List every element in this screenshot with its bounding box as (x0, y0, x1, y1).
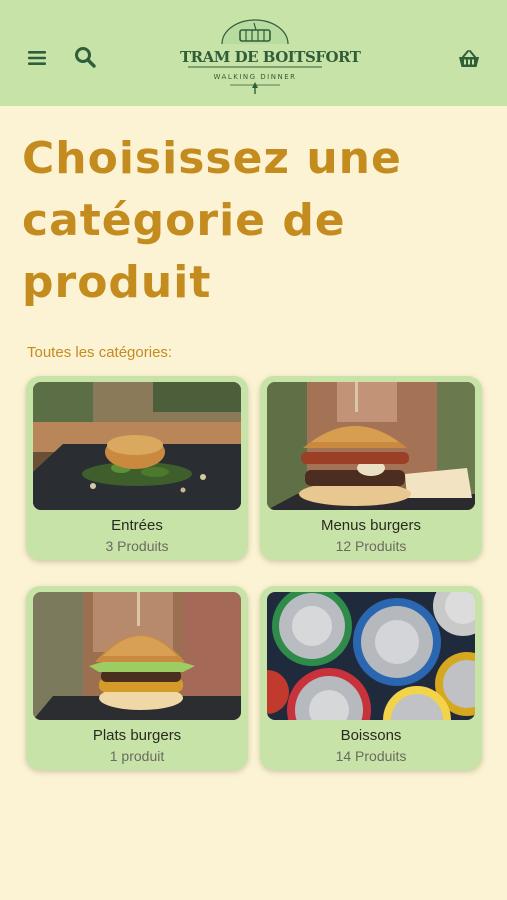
app-header: TRAM DE BOITSFORT WALKING DINNER (0, 0, 507, 106)
plats-burgers-image (33, 592, 241, 720)
basket-button[interactable] (452, 44, 486, 74)
brand-logo[interactable]: TRAM DE BOITSFORT WALKING DINNER (180, 18, 361, 96)
section-label: Toutes les catégories: (27, 344, 173, 361)
search-icon (75, 47, 96, 68)
category-card-boissons[interactable]: Boissons 14 Produits (260, 586, 482, 770)
menus-burgers-image (267, 382, 475, 510)
category-card-menus-burgers[interactable]: Menus burgers 12 Produits (260, 376, 482, 560)
logo-subtitle: WALKING DINNER (213, 73, 297, 81)
hamburger-menu-icon (28, 51, 46, 65)
search-button[interactable] (70, 42, 100, 72)
category-card-plats-burgers[interactable]: Plats burgers 1 produit (26, 586, 248, 770)
category-name: Plats burgers (92, 727, 182, 744)
basket-icon (459, 50, 479, 67)
category-count: 12 Produits (335, 538, 407, 554)
logo-title: TRAM DE BOITSFORT (180, 48, 361, 66)
category-card-entrees[interactable]: Entrées 3 Produits (26, 376, 248, 560)
boissons-image (267, 592, 475, 720)
category-count: 1 produit (109, 748, 165, 764)
category-name: Boissons (340, 727, 402, 744)
entrees-image (33, 382, 241, 510)
category-count: 3 Produits (105, 538, 169, 554)
page-title: Choisissez une catégorie de produit (22, 133, 402, 308)
category-count: 14 Produits (335, 748, 407, 764)
menu-button[interactable] (22, 44, 52, 72)
category-name: Menus burgers (320, 517, 422, 534)
category-name: Entrées (111, 517, 163, 534)
